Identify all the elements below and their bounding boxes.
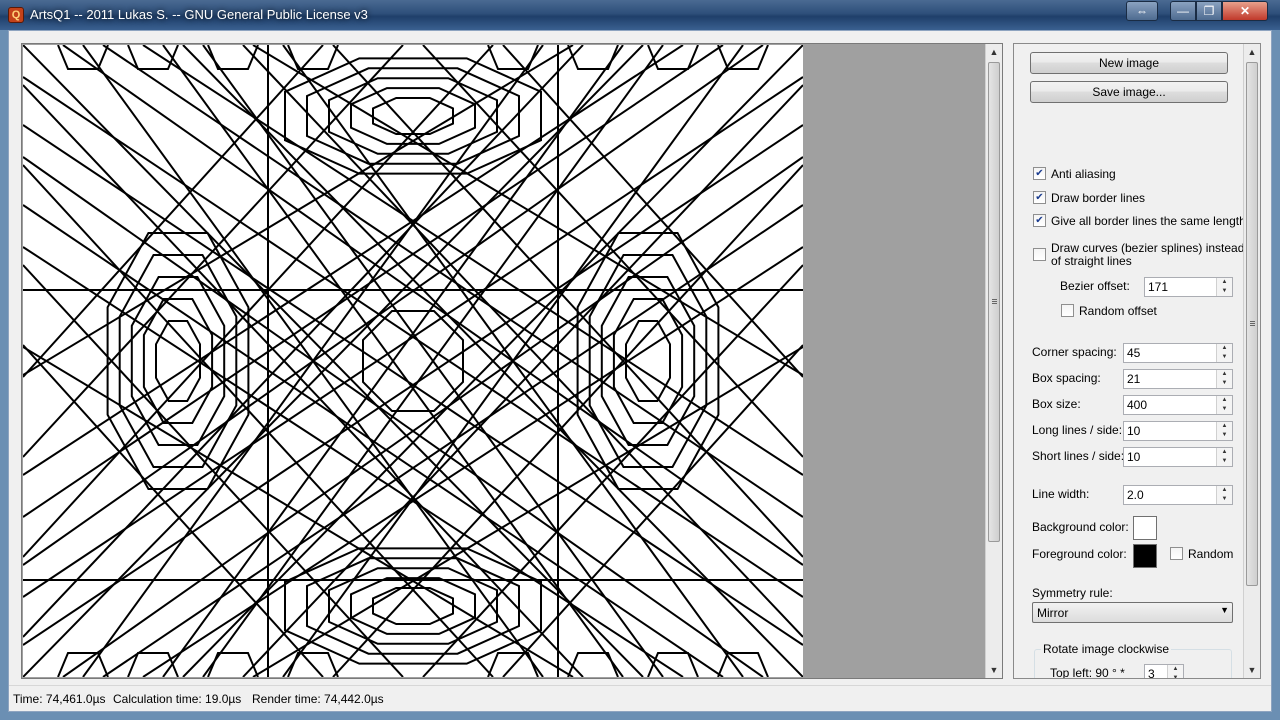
settings-panel[interactable]: New image Save image... ✔ Anti aliasing …: [1013, 43, 1261, 679]
same-length-label: Give all border lines the same length: [1051, 214, 1246, 228]
main-window: ▲ ▼ New image Save image... ✔ Anti alias…: [8, 30, 1272, 712]
bezier-offset-label: Bezier offset:: [1060, 279, 1130, 293]
rotate-group-label: Rotate image clockwise: [1041, 642, 1172, 656]
short-lines-label: Short lines / side:: [1032, 449, 1125, 463]
chevron-down-icon: ▼: [1220, 605, 1229, 615]
save-image-button[interactable]: Save image...: [1030, 81, 1228, 103]
scroll-up-arrow-icon[interactable]: ▲: [1244, 44, 1260, 60]
draw-curves-checkbox[interactable]: [1033, 248, 1046, 261]
long-lines-label: Long lines / side:: [1032, 423, 1123, 437]
generated-image: [22, 44, 804, 678]
app-icon[interactable]: Q: [8, 7, 24, 23]
image-scrollbar[interactable]: ▲ ▼: [985, 44, 1002, 678]
box-spacing-stepper[interactable]: 21 ▲ ▼: [1123, 369, 1233, 389]
line-width-label: Line width:: [1032, 487, 1090, 501]
scroll-thumb[interactable]: [988, 62, 1000, 542]
bezier-offset-stepper[interactable]: 171 ▲ ▼: [1144, 277, 1233, 297]
background-color-label: Background color:: [1032, 520, 1129, 534]
bezier-offset-value: 171: [1148, 280, 1169, 294]
top-left-rotation-label: Top left: 90 ° *: [1050, 666, 1125, 679]
foreground-color-label: Foreground color:: [1032, 547, 1127, 561]
short-lines-value: 10: [1127, 450, 1141, 464]
spin-buttons[interactable]: ▲ ▼: [1216, 370, 1232, 388]
draw-border-lines-label: Draw border lines: [1051, 191, 1146, 205]
box-size-value: 400: [1127, 398, 1148, 412]
anti-aliasing-label: Anti aliasing: [1051, 167, 1116, 181]
spin-buttons[interactable]: ▲ ▼: [1216, 486, 1232, 504]
scroll-thumb[interactable]: [1246, 62, 1258, 586]
line-width-value: 2.0: [1127, 488, 1144, 502]
random-offset-checkbox[interactable]: [1061, 304, 1074, 317]
maximize-button[interactable]: ❐: [1196, 1, 1222, 21]
close-button[interactable]: ✕: [1222, 1, 1268, 21]
new-image-button[interactable]: New image: [1030, 52, 1228, 74]
same-length-checkbox[interactable]: ✔: [1033, 214, 1046, 227]
corner-spacing-label: Corner spacing:: [1032, 345, 1117, 359]
foreground-color-swatch[interactable]: [1133, 544, 1157, 568]
status-bar: Time: 74,461.0µs Calculation time: 19.0µ…: [9, 685, 1271, 711]
calculation-time: Calculation time: 19.0µs: [113, 692, 242, 706]
scroll-up-arrow-icon[interactable]: ▲: [986, 44, 1002, 60]
random-color-label: Random: [1188, 547, 1234, 561]
symmetry-rule-value: Mirror: [1037, 606, 1069, 620]
top-left-rotation-stepper[interactable]: 3 ▲ ▼: [1144, 664, 1184, 679]
image-panel[interactable]: ▲ ▼: [21, 43, 1003, 679]
spin-buttons[interactable]: ▲ ▼: [1167, 665, 1183, 678]
box-spacing-value: 21: [1127, 372, 1141, 386]
spin-buttons[interactable]: ▲ ▼: [1216, 278, 1232, 296]
title-bar[interactable]: Q ArtsQ1 -- 2011 Lukas S. -- GNU General…: [0, 0, 1280, 30]
box-size-label: Box size:: [1032, 397, 1081, 411]
symmetry-rule-label: Symmetry rule:: [1032, 586, 1113, 600]
anti-aliasing-checkbox[interactable]: ✔: [1033, 167, 1046, 180]
box-size-stepper[interactable]: 400 ▲ ▼: [1123, 395, 1233, 415]
box-spacing-label: Box spacing:: [1032, 371, 1101, 385]
background-color-swatch[interactable]: [1133, 516, 1157, 540]
long-lines-stepper[interactable]: 10 ▲ ▼: [1123, 421, 1233, 441]
random-offset-label: Random offset: [1079, 304, 1157, 318]
corner-spacing-stepper[interactable]: 45 ▲ ▼: [1123, 343, 1233, 363]
spin-buttons[interactable]: ▲ ▼: [1216, 396, 1232, 414]
spin-buttons[interactable]: ▲ ▼: [1216, 448, 1232, 466]
corner-spacing-value: 45: [1127, 346, 1141, 360]
snap-icon[interactable]: ⇔: [1126, 1, 1158, 21]
total-time: Time: 74,461.0µs: [13, 692, 106, 706]
random-color-checkbox[interactable]: [1170, 547, 1183, 560]
window-title: ArtsQ1 -- 2011 Lukas S. -- GNU General P…: [30, 7, 368, 22]
line-art: [22, 44, 804, 678]
draw-border-lines-checkbox[interactable]: ✔: [1033, 191, 1046, 204]
spin-buttons[interactable]: ▲ ▼: [1216, 422, 1232, 440]
line-width-stepper[interactable]: 2.0 ▲ ▼: [1123, 485, 1233, 505]
long-lines-value: 10: [1127, 424, 1141, 438]
draw-curves-label-line1: Draw curves (bezier splines) instead: [1051, 241, 1245, 255]
short-lines-stepper[interactable]: 10 ▲ ▼: [1123, 447, 1233, 467]
render-time: Render time: 74,442.0µs: [252, 692, 384, 706]
settings-scrollbar[interactable]: ▲ ▼: [1243, 44, 1260, 678]
scroll-down-arrow-icon[interactable]: ▼: [986, 662, 1002, 678]
symmetry-rule-select[interactable]: Mirror ▼: [1032, 602, 1233, 623]
draw-curves-label-line2: of straight lines: [1051, 254, 1132, 268]
spin-buttons[interactable]: ▲ ▼: [1216, 344, 1232, 362]
scroll-down-arrow-icon[interactable]: ▼: [1244, 662, 1260, 678]
top-left-rotation-value: 3: [1148, 667, 1155, 679]
minimize-button[interactable]: —: [1170, 1, 1196, 21]
